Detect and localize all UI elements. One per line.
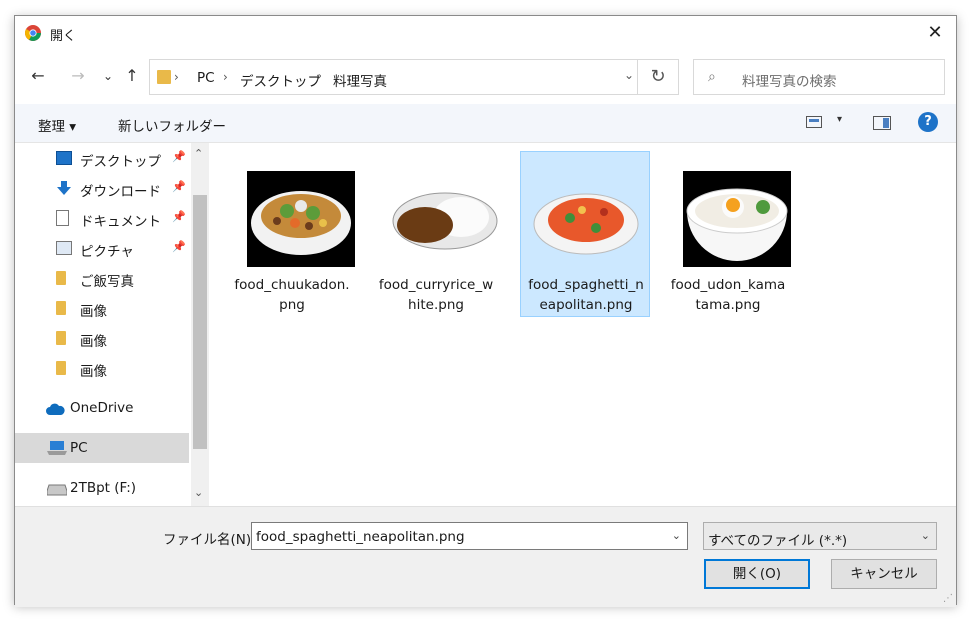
open-file-dialog: 開く ✕ ← → ⌄ ↑ › PC › デスクトップ › 料理写真 ⌄ ↻ ⌕ … <box>14 15 958 607</box>
file-item[interactable]: food_curryrice_w hite.png <box>371 151 501 317</box>
pin-icon: 📌 <box>172 240 186 253</box>
address-bar[interactable]: › PC › デスクトップ › 料理写真 ⌄ ↻ <box>149 59 679 95</box>
sidebar-item-label: ご飯写真 <box>80 274 134 290</box>
back-button[interactable]: ← <box>27 65 49 87</box>
sidebar-item-pc[interactable]: PC <box>15 433 189 463</box>
drive-icon <box>47 484 67 496</box>
sidebar-item-label: ダウンロード <box>80 184 161 200</box>
filetype-select[interactable]: すべてのファイル (*.*) ⌄ <box>703 522 937 550</box>
pc-icon <box>47 441 67 455</box>
sidebar-item-label: OneDrive <box>70 400 134 416</box>
sidebar-scrollbar[interactable]: ⌃ ⌄ <box>191 143 209 506</box>
folder-icon <box>56 331 66 345</box>
sidebar-item-downloads[interactable]: ダウンロード 📌 <box>15 173 189 203</box>
command-toolbar: 整理 ▾ 新しいフォルダー ▾ ? <box>15 104 956 143</box>
view-dropdown-icon[interactable]: ▾ <box>837 114 842 125</box>
forward-button[interactable]: → <box>67 65 89 87</box>
scrollbar-thumb[interactable] <box>193 195 207 449</box>
breadcrumb-current-folder[interactable]: 料理写真 <box>333 70 387 90</box>
sidebar-item-label: 画像 <box>80 334 107 350</box>
search-box[interactable]: ⌕ 料理写真の検索 <box>693 59 945 95</box>
sidebar-item-drive-f[interactable]: 2TBpt (F:) <box>15 473 189 503</box>
sidebar-item-label: 画像 <box>80 304 107 320</box>
organize-button[interactable]: 整理 ▾ <box>38 115 76 135</box>
breadcrumb-separator[interactable]: › <box>174 70 179 84</box>
pin-icon: 📌 <box>172 150 186 163</box>
scroll-up-icon[interactable]: ⌃ <box>194 147 203 160</box>
address-dropdown-button[interactable]: ⌄ <box>624 68 634 82</box>
search-placeholder: 料理写真の検索 <box>742 74 837 90</box>
search-icon: ⌕ <box>708 69 716 85</box>
preview-pane-icon[interactable] <box>873 116 891 130</box>
title-bar: 開く ✕ <box>15 16 956 50</box>
chevron-down-icon[interactable]: ⌄ <box>921 529 930 542</box>
pictures-icon <box>56 241 72 255</box>
udon-thumbnail <box>683 171 791 267</box>
sidebar-item-images[interactable]: 画像 <box>15 293 189 323</box>
breadcrumb-pc[interactable]: PC <box>197 70 215 86</box>
sidebar-item-label: 2TBpt (F:) <box>70 480 137 496</box>
sidebar-item-label: PC <box>70 440 88 456</box>
file-name: food_spaghetti_n eapolitan.png <box>528 277 644 313</box>
spaghetti-thumbnail <box>532 172 640 268</box>
sidebar-item-images[interactable]: 画像 <box>15 323 189 353</box>
document-icon <box>56 210 69 226</box>
sidebar-item-label: ピクチャ <box>80 244 134 260</box>
recent-locations-button[interactable]: ⌄ <box>97 65 119 87</box>
sidebar-item-pictures[interactable]: ピクチャ 📌 <box>15 233 189 263</box>
file-name: food_chuukadon. png <box>234 277 350 313</box>
refresh-button[interactable]: ↻ <box>637 60 678 94</box>
view-options-icon[interactable] <box>806 116 822 128</box>
folder-icon <box>157 70 171 84</box>
chuukadon-thumbnail <box>247 171 355 267</box>
file-name: food_udon_kama tama.png <box>670 277 786 313</box>
breadcrumb-separator[interactable]: › <box>223 70 228 84</box>
file-item[interactable]: food_udon_kama tama.png <box>663 151 793 317</box>
file-item[interactable]: food_chuukadon. png <box>227 151 357 317</box>
sidebar-item-documents[interactable]: ドキュメント 📌 <box>15 203 189 233</box>
scroll-down-icon[interactable]: ⌄ <box>194 486 203 499</box>
filename-label: ファイル名(N): <box>163 532 256 548</box>
pin-icon: 📌 <box>172 180 186 193</box>
filetype-value: すべてのファイル (*.*) <box>708 533 848 549</box>
sidebar-item-onedrive[interactable]: OneDrive <box>15 393 189 423</box>
dialog-footer: ファイル名(N): food_spaghetti_neapolitan.png … <box>15 506 956 607</box>
breadcrumb-desktop[interactable]: デスクトップ <box>240 70 321 90</box>
filename-input[interactable]: food_spaghetti_neapolitan.png <box>256 529 465 545</box>
file-item[interactable]: food_spaghetti_n eapolitan.png <box>520 151 650 317</box>
chevron-down-icon[interactable]: ⌄ <box>672 529 681 542</box>
navigation-bar: ← → ⌄ ↑ › PC › デスクトップ › 料理写真 ⌄ ↻ ⌕ 料理写真の… <box>15 59 956 99</box>
file-list: food_chuukadon. png food_curryrice_w hit… <box>213 143 958 506</box>
window-title: 開く <box>50 29 77 44</box>
folder-icon <box>56 361 66 375</box>
pin-icon: 📌 <box>172 210 186 223</box>
close-button[interactable]: ✕ <box>924 22 946 44</box>
chrome-icon <box>25 25 41 41</box>
sidebar-item-label: デスクトップ <box>80 154 161 170</box>
new-folder-button[interactable]: 新しいフォルダー <box>118 115 226 135</box>
breadcrumb-separator[interactable]: › <box>316 70 321 84</box>
open-button[interactable]: 開く(O) <box>704 559 810 589</box>
navigation-pane: デスクトップ 📌 ダウンロード 📌 ドキュメント 📌 ピクチャ 📌 ご飯写真 画… <box>15 143 209 506</box>
folder-icon <box>56 301 66 315</box>
curryrice-thumbnail <box>391 171 499 267</box>
filename-combobox[interactable]: food_spaghetti_neapolitan.png ⌄ <box>251 522 688 550</box>
up-button[interactable]: ↑ <box>121 65 143 87</box>
folder-icon <box>56 271 66 285</box>
sidebar-item-label: ドキュメント <box>80 214 161 230</box>
cloud-icon <box>46 403 65 415</box>
cancel-button[interactable]: キャンセル <box>831 559 937 589</box>
sidebar-item-label: 画像 <box>80 364 107 380</box>
sidebar-item-images[interactable]: 画像 <box>15 353 189 383</box>
sidebar-item-desktop[interactable]: デスクトップ 📌 <box>15 143 189 173</box>
download-icon <box>57 181 71 195</box>
help-button[interactable]: ? <box>918 112 938 132</box>
file-name: food_curryrice_w hite.png <box>378 277 494 313</box>
resize-grip-icon[interactable]: ⋰ <box>943 593 953 604</box>
sidebar-item-gohan-photos[interactable]: ご飯写真 <box>15 263 189 293</box>
desktop-icon <box>56 151 72 165</box>
